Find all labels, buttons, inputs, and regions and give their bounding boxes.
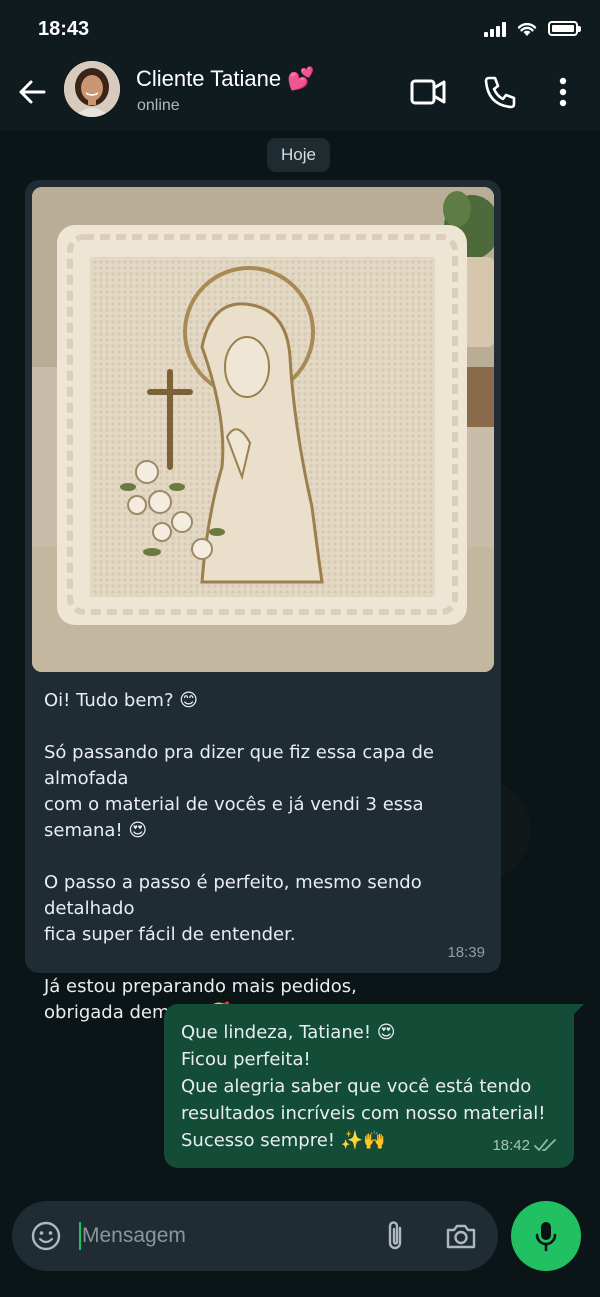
incoming-message-text: Oi! Tudo bem? 😊 Só passando pra dizer qu… [44, 690, 434, 1023]
status-bar: 18:43 [0, 0, 600, 58]
mic-button[interactable] [511, 1201, 581, 1271]
date-chip: Hoje [267, 138, 330, 172]
incoming-message[interactable]: Oi! Tudo bem? 😊 Só passando pra dizer qu… [25, 180, 501, 1023]
outgoing-message[interactable]: Que lindeza, Tatiane! 😍 Ficou perfeita! … [164, 1004, 584, 1168]
contact-status: online [137, 97, 180, 114]
attach-icon[interactable] [380, 1219, 410, 1253]
wifi-icon [517, 22, 537, 36]
outgoing-message-text: Que lindeza, Tatiane! 😍 Ficou perfeita! … [181, 1022, 546, 1151]
message-input[interactable] [82, 1220, 362, 1252]
more-options-icon[interactable] [543, 72, 583, 112]
phone-icon[interactable] [480, 72, 520, 112]
chat-header: Cliente Tatiane 💕 online [0, 58, 600, 130]
camera-icon[interactable] [444, 1220, 478, 1252]
signal-icon [484, 21, 506, 37]
double-check-icon [534, 1139, 556, 1151]
mic-icon [535, 1222, 557, 1252]
incoming-message-time: 18:39 [447, 944, 485, 961]
emoji-icon[interactable] [30, 1220, 62, 1252]
contact-name[interactable]: Cliente Tatiane 💕 [136, 66, 315, 92]
message-image[interactable] [32, 187, 494, 672]
video-call-icon[interactable] [408, 72, 448, 112]
battery-icon [548, 21, 581, 36]
avatar[interactable] [64, 61, 120, 117]
back-arrow-icon[interactable] [14, 72, 54, 112]
outgoing-message-time: 18:42 [492, 1137, 530, 1154]
message-composer [12, 1201, 498, 1271]
text-cursor [79, 1222, 81, 1250]
status-time: 18:43 [38, 18, 90, 40]
status-icons [484, 20, 581, 37]
